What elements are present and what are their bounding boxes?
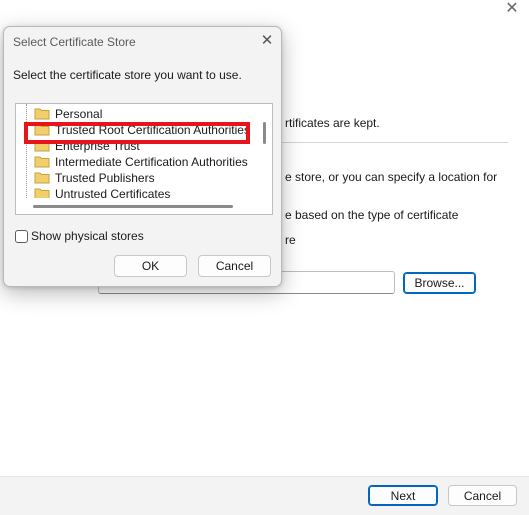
- dialog-cancel-button[interactable]: Cancel: [198, 255, 271, 277]
- tree-vertical-scrollbar[interactable]: [259, 104, 272, 198]
- dialog-prompt: Select the certificate store you want to…: [13, 68, 242, 82]
- folder-icon: [34, 108, 50, 120]
- selection-highlight-annotation: [24, 122, 250, 144]
- tree-connector-line: [26, 104, 34, 198]
- certificate-store-tree[interactable]: Personal Trusted Root Certification Auth…: [15, 103, 273, 215]
- show-physical-stores-checkbox[interactable]: [15, 230, 28, 243]
- tree-horizontal-scrollbar[interactable]: [16, 199, 272, 214]
- wizard-text-store-option: re: [285, 233, 296, 247]
- next-button[interactable]: Next: [368, 485, 438, 506]
- tree-item-label: Intermediate Certification Authorities: [55, 155, 248, 169]
- tree-item-intermediate[interactable]: Intermediate Certification Authorities: [34, 154, 248, 170]
- wizard-divider: [282, 142, 508, 143]
- select-certificate-store-dialog: Select Certificate Store ✕ Select the ce…: [3, 26, 282, 287]
- tree-item-label: Trusted Publishers: [55, 171, 155, 185]
- wizard-text-store-kept: rtificates are kept.: [285, 116, 380, 130]
- tree-item-untrusted[interactable]: Untrusted Certificates: [34, 186, 170, 198]
- tree-viewport: Personal Trusted Root Certification Auth…: [16, 104, 256, 198]
- folder-icon: [34, 188, 50, 198]
- tree-vertical-scroll-thumb[interactable]: [263, 122, 266, 144]
- dialog-close-icon[interactable]: ✕: [256, 31, 278, 51]
- show-physical-stores-label: Show physical stores: [31, 229, 144, 243]
- folder-icon: [34, 172, 50, 184]
- browse-button[interactable]: Browse...: [403, 272, 476, 294]
- folder-icon: [34, 156, 50, 168]
- tree-item-label: Untrusted Certificates: [55, 187, 171, 198]
- tree-item-personal[interactable]: Personal: [34, 106, 102, 122]
- wizard-text-specify-location: e store, or you can specify a location f…: [285, 170, 498, 184]
- ok-button[interactable]: OK: [114, 255, 187, 277]
- wizard-text-based-on-type: e based on the type of certificate: [285, 208, 459, 222]
- wizard-cancel-button[interactable]: Cancel: [448, 485, 517, 506]
- show-physical-stores-row[interactable]: Show physical stores: [15, 229, 144, 245]
- wizard-close-icon[interactable]: ✕: [500, 0, 524, 20]
- tree-horizontal-scroll-thumb[interactable]: [33, 205, 233, 208]
- tree-item-trusted-publishers[interactable]: Trusted Publishers: [34, 170, 155, 186]
- dialog-title: Select Certificate Store: [13, 35, 136, 49]
- tree-item-label: Personal: [55, 107, 103, 121]
